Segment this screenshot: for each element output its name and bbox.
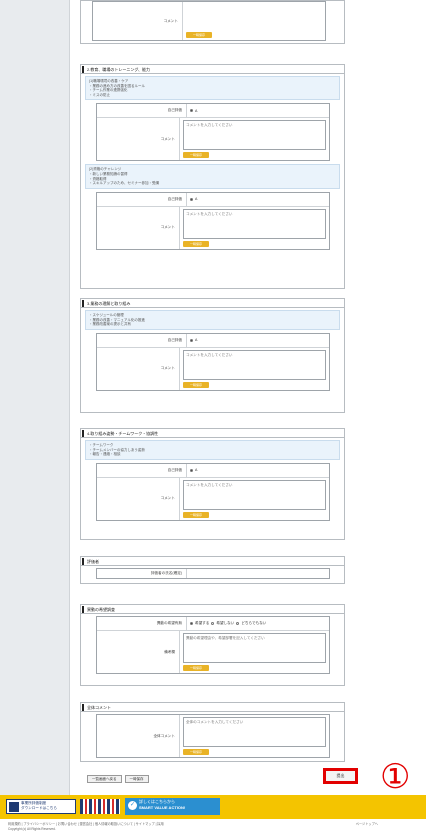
- comment-label: コメント: [97, 477, 179, 520]
- overall-comment-textarea[interactable]: [183, 717, 326, 747]
- banner-text: SMART VALUE ACTION!: [139, 804, 186, 810]
- comment-textarea[interactable]: [183, 479, 326, 510]
- back-to-list-button[interactable]: 一覧画面へ戻る: [87, 775, 122, 783]
- comment-label: コメント: [97, 347, 179, 390]
- self-eval-label: 自己評価: [97, 192, 186, 206]
- self-eval-value: A: [195, 197, 198, 202]
- radio-icon[interactable]: [190, 468, 193, 472]
- save-draft-button[interactable]: 一時保存: [186, 32, 212, 38]
- bottom-actions: 一覧画面へ戻る 一時保存: [87, 775, 149, 783]
- save-draft-button[interactable]: 一時保存: [183, 152, 209, 159]
- self-eval-value: A: [195, 338, 198, 343]
- section-description: (1)職場環境の改善・ケア ・業務の進め方の改善を図るルール ・チーム作業の連携強化…: [85, 76, 340, 101]
- stripe-logo-icon: [80, 799, 120, 814]
- comment-label: コメント: [97, 206, 179, 249]
- evaluation-table: 自己評価 A コメント 一時保存: [96, 103, 330, 162]
- section-title: 4.取り組み姿勢・チームワーク・協調性: [81, 429, 344, 438]
- section-title: 3.業務の理解と取り組み: [81, 299, 344, 308]
- radio-icon[interactable]: [190, 109, 193, 113]
- transfer-table: 異動の希望有無 希望する 希望しない どちらでもない 備考欄 一時保存: [96, 616, 330, 674]
- transfer-options: 希望する 希望しない どちらでもない: [190, 619, 326, 628]
- step-marker: ①: [380, 757, 411, 797]
- comment-textarea[interactable]: [183, 120, 326, 151]
- overall-table: 全体コメント 一時保存: [96, 714, 330, 758]
- footer: 利用規約 | プライバシーポリシー | お問い合わせ | 運営会社 | 個人情報…: [0, 819, 426, 838]
- section-title: 評価者: [81, 557, 344, 566]
- section-training: 2.教育、職場のトレーニング、能力 (1)職場環境の改善・ケア ・業務の進め方の改…: [80, 64, 345, 289]
- evaluator-label: 評価者の氏名(確定): [97, 569, 186, 578]
- self-eval-value: A: [195, 108, 198, 113]
- section-title: 全体コメント: [81, 703, 344, 712]
- comment-label: コメント: [97, 118, 179, 161]
- footer-banner: 事業所評価制度 ダウンロードはこちら ✓ 詳しくはこちらから SMART VAL…: [0, 795, 426, 819]
- self-eval-label: 自己評価: [97, 104, 186, 118]
- evaluation-table: 自己評価 A コメント 一時保存: [96, 462, 330, 521]
- section-description: ・チームワーク ・チームメンバーの協力しあう姿勢 ・報告・連絡・相談: [85, 440, 340, 460]
- save-draft-button[interactable]: 一時保存: [183, 665, 209, 671]
- section-partial-top: コメント 一時保存: [80, 0, 345, 44]
- section-teamwork: 4.取り組み姿勢・チームワーク・協調性 ・チームワーク ・チームメンバーの協力しあ…: [80, 428, 345, 540]
- radio-icon[interactable]: [211, 622, 215, 625]
- evaluator-value: [186, 569, 329, 578]
- radio-icon[interactable]: [190, 338, 193, 342]
- option-label: 希望する: [195, 621, 210, 625]
- comment-textarea[interactable]: [183, 208, 326, 239]
- right-gutter: [353, 0, 426, 838]
- radio-icon[interactable]: [236, 622, 240, 625]
- radio-icon[interactable]: [190, 197, 193, 201]
- self-eval-label: 自己評価: [97, 463, 186, 477]
- document-icon: [9, 802, 19, 812]
- option-label: 希望しない: [216, 621, 235, 625]
- download-banner[interactable]: 事業所評価制度 ダウンロードはこちら: [6, 799, 76, 814]
- note-textarea[interactable]: [183, 633, 326, 663]
- evaluation-table: 自己評価 A コメント 一時保存: [96, 191, 330, 250]
- section-transfer: 異動の希望調査 異動の希望有無 希望する 希望しない どちらでもない 備考欄 一…: [80, 604, 345, 686]
- radio-icon[interactable]: [190, 622, 193, 625]
- save-draft-button[interactable]: 一時保存: [183, 749, 209, 755]
- self-eval-value: A: [195, 468, 198, 473]
- overall-comment-label: 全体コメント: [97, 715, 179, 757]
- section-evaluator: 評価者 評価者の氏名(確定): [80, 556, 345, 584]
- save-draft-button[interactable]: 一時保存: [183, 381, 209, 388]
- draft-button[interactable]: 一時保存: [124, 775, 149, 783]
- section-title: 異動の希望調査: [81, 605, 344, 614]
- comment-textarea[interactable]: [183, 349, 326, 380]
- evaluation-table: 自己評価 A コメント 一時保存: [96, 332, 330, 391]
- section-overall-comment: 全体コメント 全体コメント 一時保存: [80, 702, 345, 762]
- copyright: Copyright (c) All Rights Reserved.: [8, 827, 56, 831]
- submit-button[interactable]: 提出: [323, 768, 358, 784]
- section-title: 2.教育、職場のトレーニング、能力: [81, 65, 344, 74]
- evaluator-table: 評価者の氏名(確定): [96, 568, 330, 579]
- banner-text: ダウンロードはこちら: [21, 806, 57, 810]
- comment-label: コメント: [93, 2, 182, 40]
- transfer-hope-label: 異動の希望有無: [97, 617, 186, 630]
- check-icon: ✓: [128, 801, 137, 810]
- note-label: 備考欄: [97, 631, 179, 673]
- option-label: どちらでもない: [241, 621, 267, 625]
- page-top-link[interactable]: ページトップへ: [356, 822, 378, 827]
- self-eval-label: 自己評価: [97, 333, 186, 347]
- smart-value-banner[interactable]: ✓ 詳しくはこちらから SMART VALUE ACTION!: [125, 798, 220, 815]
- section-work-understanding: 3.業務の理解と取り組み ・スケジュールの管理 ・業務の改善・マニュアル化の推進・…: [80, 298, 345, 413]
- left-gutter: [0, 0, 69, 795]
- save-draft-button[interactable]: 一時保存: [183, 511, 209, 518]
- section-description: (2)資格のチャレンジ ・新しい業務知識の習得 ・資格取得 ・スキルアップのため、セミ…: [85, 164, 340, 189]
- section-description: ・スケジュールの管理 ・業務の改善・マニュアル化の推進 ・業務改善案の提示と共有: [85, 310, 340, 330]
- save-draft-button[interactable]: 一時保存: [183, 240, 209, 247]
